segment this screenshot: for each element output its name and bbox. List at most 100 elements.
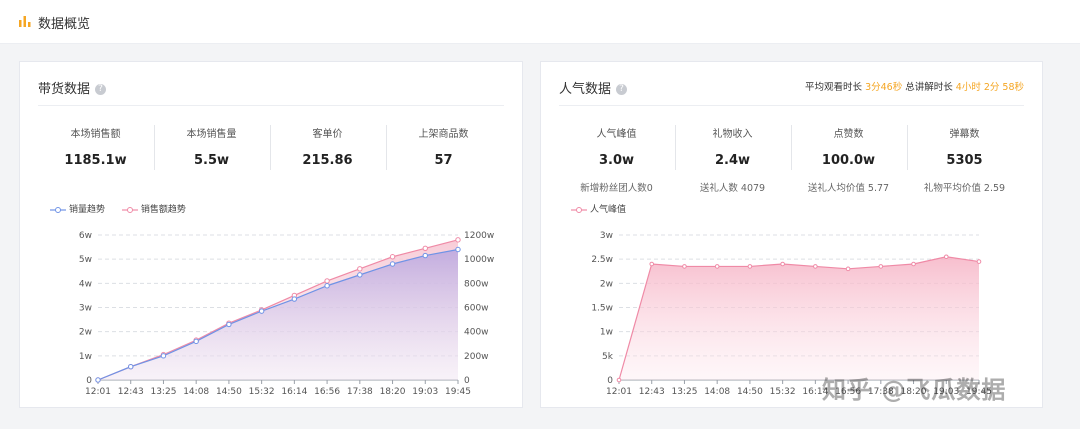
volume-point xyxy=(291,296,298,302)
total-duration-label: 总讲解时长 xyxy=(905,82,953,93)
y2-tick-label: 600w xyxy=(464,304,489,314)
stat-label: 客单价 xyxy=(312,129,343,140)
stat-sales-volume: 本场销售量 5.5w xyxy=(154,125,269,168)
popularity-point xyxy=(943,254,949,260)
volume-point xyxy=(258,308,265,314)
legend-line-pink-icon xyxy=(571,206,587,213)
bar-chart-icon xyxy=(19,16,31,27)
x-tick-label: 19:45 xyxy=(445,387,471,397)
popularity-area xyxy=(619,256,979,380)
stat-sales-amount: 本场销售额 1185.1w xyxy=(38,125,153,168)
stat-value: 2.4w xyxy=(714,153,751,168)
stat-value: 3.0w xyxy=(598,153,635,168)
divider xyxy=(38,105,504,106)
stat-likes: 点赞数 100.0w 送礼人均价值 5.77 xyxy=(791,125,906,194)
popularity-point xyxy=(911,261,916,267)
volume-point xyxy=(226,321,232,328)
popularity-point xyxy=(878,264,884,269)
x-tick-label: 14:50 xyxy=(216,387,242,397)
x-tick-label: 12:01 xyxy=(606,387,632,397)
y-tick-label: 0 xyxy=(607,376,613,386)
stat-comments: 弹幕数 5305 礼物平均价值 2.59 xyxy=(907,125,1022,194)
popularity-panel-title: 人气数据? xyxy=(559,78,628,97)
volume-point xyxy=(128,364,134,370)
popularity-panel-title-text: 人气数据 xyxy=(559,82,612,97)
y-tick-label: 1w xyxy=(600,328,613,338)
y2-tick-label: 1000w xyxy=(464,255,494,265)
popularity-point xyxy=(747,264,753,269)
stat-value: 1185.1w xyxy=(64,153,127,168)
x-tick-label: 15:32 xyxy=(249,387,275,397)
popularity-point xyxy=(813,264,818,269)
sales-chart-legend: 销量趋势 销售额趋势 xyxy=(50,202,200,215)
y-tick-label: 4w xyxy=(79,279,92,289)
popularity-point xyxy=(714,264,720,269)
legend-label: 销量趋势 xyxy=(69,205,106,215)
stat-label: 人气峰值 xyxy=(596,129,637,140)
legend-label: 销售额趋势 xyxy=(140,205,186,215)
y-tick-label: 3w xyxy=(79,304,92,314)
watermark: 知乎 @飞瓜数据 xyxy=(822,376,1007,404)
stat-value: 5305 xyxy=(946,153,983,168)
sales-trend-chart[interactable]: 0 0 1w 200w 2w 400w 3w 600w 4w 800w 5w 1000w 6w 1200w… xyxy=(20,217,520,397)
volume-point xyxy=(389,261,396,267)
help-icon[interactable]: ? xyxy=(95,84,107,95)
sales-panel-title-text: 带货数据 xyxy=(38,82,91,97)
stat-subtext: 送礼人数 4079 xyxy=(699,183,766,194)
y2-tick-label: 200w xyxy=(464,352,489,362)
popularity-point xyxy=(682,264,687,269)
popularity-point xyxy=(780,261,785,267)
stat-value: 215.86 xyxy=(302,153,353,168)
x-tick-label: 17:38 xyxy=(347,387,373,397)
total-duration-value: 4小时 2分 58秒 xyxy=(955,82,1024,93)
y-tick-label: 1w xyxy=(79,352,92,362)
y2-tick-label: 0 xyxy=(464,376,470,386)
popularity-panel: 人气数据? 平均观看时长 3分46秒 总讲解时长 4小时 2分 58秒 人气峰值… xyxy=(540,61,1043,408)
revenue-point xyxy=(422,245,428,251)
help-icon[interactable]: ? xyxy=(616,84,628,95)
stat-subtext: 送礼人均价值 5.77 xyxy=(807,183,890,194)
volume-point xyxy=(357,272,363,278)
stat-label: 礼物收入 xyxy=(712,129,753,140)
stat-label: 上架商品数 xyxy=(418,129,469,140)
y-tick-label: 5w xyxy=(79,255,92,265)
avg-watch-label: 平均观看时长 xyxy=(805,82,863,93)
revenue-point xyxy=(357,266,363,272)
stat-subtext: 新增粉丝团人数0 xyxy=(580,183,653,194)
page-header: 数据概览 xyxy=(0,0,1080,44)
legend-item-popularity[interactable]: 人气峰值 xyxy=(571,202,626,215)
y-tick-label: 6w xyxy=(79,231,92,241)
x-tick-label: 15:32 xyxy=(770,387,796,397)
volume-area xyxy=(98,249,458,380)
x-tick-label: 14:08 xyxy=(183,387,209,397)
popularity-point xyxy=(845,266,851,272)
x-tick-label: 12:43 xyxy=(639,387,665,397)
page: 数据概览 带货数据? 本场销售额 1185.1w 本场销售量 5.5w 客单价 … xyxy=(0,0,1080,429)
stat-peak-popularity: 人气峰值 3.0w 新增粉丝团人数0 xyxy=(559,125,674,194)
y-tick-label: 2w xyxy=(79,328,92,338)
x-tick-label: 16:56 xyxy=(314,387,340,397)
x-tick-label: 12:01 xyxy=(85,387,111,397)
volume-point xyxy=(193,338,199,345)
popularity-point xyxy=(616,377,622,383)
y2-tick-label: 800w xyxy=(464,279,489,289)
popularity-point xyxy=(976,259,982,264)
stat-label: 点赞数 xyxy=(833,129,864,140)
divider xyxy=(559,105,1024,106)
stat-label: 本场销售额 xyxy=(70,129,121,140)
y-tick-label: 1.5w xyxy=(591,304,613,314)
sales-panel-title: 带货数据? xyxy=(38,78,107,97)
y-tick-label: 0 xyxy=(86,376,92,386)
legend-item-revenue[interactable]: 销售额趋势 xyxy=(121,202,186,215)
stat-label: 弹幕数 xyxy=(949,129,980,140)
duration-info: 平均观看时长 3分46秒 总讲解时长 4小时 2分 58秒 xyxy=(805,79,1024,93)
x-tick-label: 14:08 xyxy=(704,387,730,397)
stat-value: 100.0w xyxy=(821,153,876,168)
legend-label: 人气峰值 xyxy=(590,205,627,215)
volume-point xyxy=(422,252,428,259)
x-tick-label: 18:20 xyxy=(380,387,406,397)
y-tick-label: 3w xyxy=(600,231,613,241)
legend-item-volume[interactable]: 销量趋势 xyxy=(50,202,105,215)
sales-panel: 带货数据? 本场销售额 1185.1w 本场销售量 5.5w 客单价 215.8… xyxy=(19,61,523,408)
stat-value: 5.5w xyxy=(193,153,230,168)
